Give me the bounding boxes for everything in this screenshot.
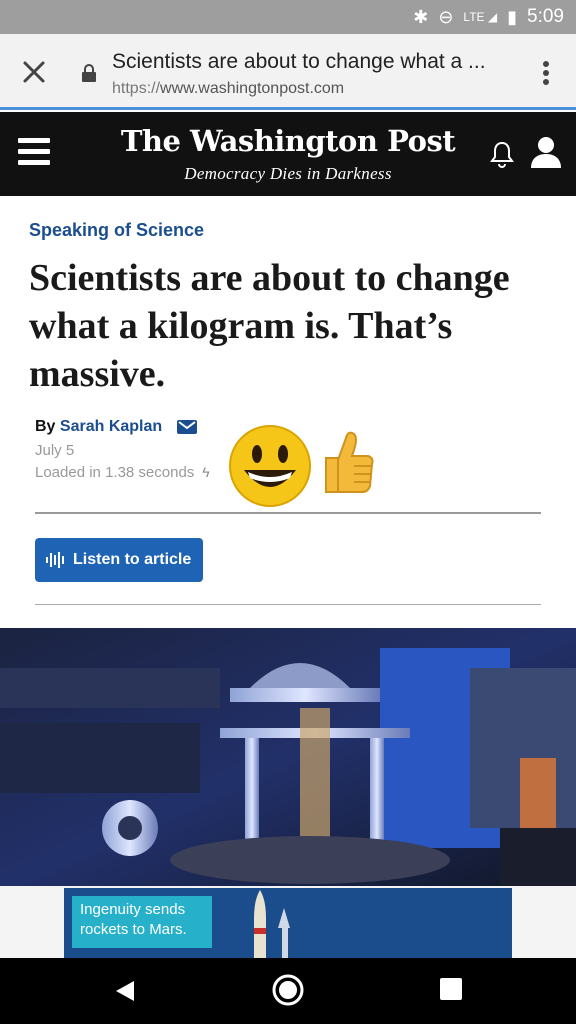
smiley-emoji-icon <box>229 425 311 507</box>
divider <box>35 604 541 605</box>
home-icon[interactable] <box>272 974 304 1006</box>
ad-banner[interactable]: Ingenuity sends rockets to Mars. <box>64 888 512 958</box>
section-kicker[interactable]: Speaking of Science <box>29 220 204 241</box>
audio-waveform-icon <box>46 552 64 568</box>
listen-to-article-button[interactable]: Listen to article <box>35 538 203 582</box>
bluetooth-icon: ✱ <box>413 6 429 27</box>
status-icons: ✱ ⊖ LTE ◢ ▮ 5:09 <box>413 6 564 28</box>
load-time: Loaded in 1.38 seconds ϟ <box>35 464 210 481</box>
notification-bell-icon[interactable] <box>490 140 514 168</box>
ad-text: Ingenuity sends rockets to Mars. <box>72 896 212 948</box>
byline-prefix: By <box>35 418 56 435</box>
recent-apps-icon[interactable] <box>440 978 462 1000</box>
article-hero-image[interactable] <box>0 628 576 886</box>
article-headline: Scientists are about to change what a ki… <box>29 257 510 395</box>
publish-date: July 5 <box>35 442 75 459</box>
load-time-text: Loaded in 1.38 seconds <box>35 464 195 481</box>
close-icon[interactable] <box>18 56 50 88</box>
rocket-icon <box>254 890 290 958</box>
lightning-icon: ϟ <box>202 464 210 480</box>
more-options-icon[interactable] <box>542 60 550 86</box>
battery-icon: ▮ <box>507 6 518 27</box>
listen-button-label: Listen to article <box>73 551 192 568</box>
system-nav-bar <box>0 958 576 1024</box>
url-scheme: https:// <box>112 80 161 97</box>
byline: By Sarah Kaplan <box>35 418 197 436</box>
divider <box>35 512 541 514</box>
browser-toolbar: Scientists are about to change what a ..… <box>0 34 576 110</box>
signal-icon: LTE ◢ <box>463 10 498 24</box>
user-account-icon[interactable] <box>528 134 564 170</box>
back-icon[interactable] <box>112 978 138 1004</box>
page-title[interactable]: Scientists are about to change what a ..… <box>112 50 512 74</box>
status-bar: ✱ ⊖ LTE ◢ ▮ 5:09 <box>0 0 576 34</box>
url-bar[interactable]: https://www.washingtonpost.com <box>112 80 344 98</box>
network-type: LTE <box>463 10 485 24</box>
site-header: The Washington Post Democracy Dies in Da… <box>0 112 576 196</box>
author-link[interactable]: Sarah Kaplan <box>60 418 162 435</box>
thumbs-up-emoji-icon <box>325 431 374 493</box>
lock-icon <box>82 64 96 82</box>
do-not-disturb-icon: ⊖ <box>438 6 454 27</box>
clock: 5:09 <box>527 6 564 27</box>
url-host: www.washingtonpost.com <box>160 80 345 97</box>
email-icon[interactable] <box>176 419 197 434</box>
